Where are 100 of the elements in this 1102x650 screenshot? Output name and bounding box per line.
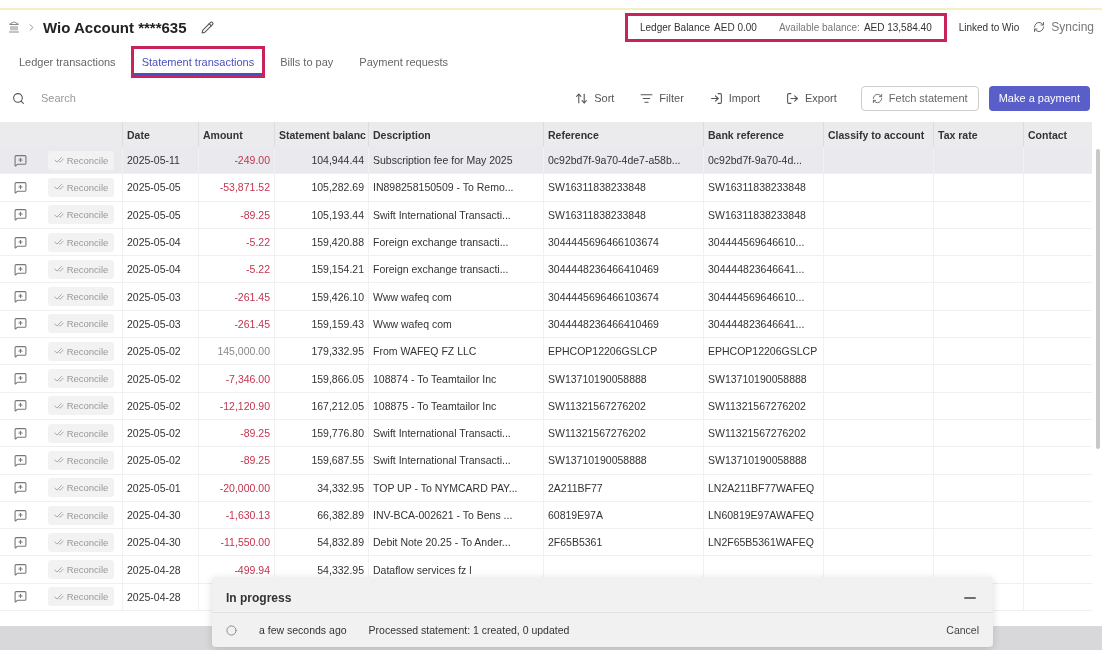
table-cell: SW13710190058888 [703, 365, 823, 392]
table-cell: 2025-05-01 [122, 474, 198, 501]
add-comment-icon[interactable] [13, 208, 27, 222]
table-cell: 104,944.44 [274, 147, 368, 174]
table-row[interactable]: Reconcile 2025-05-01 -20,000.00 34,332.95 TOP UP - To NYMCARD PAY... 2A211BF77 LN2A211BF77WAFEQ [0, 474, 1092, 502]
table-cell: 2025-05-03 [122, 310, 198, 338]
table-cell: 2F65B5361 [543, 529, 703, 556]
table-cell: LN2F65B5361WAFEQ [703, 529, 823, 556]
table-cell: 2025-05-05 [122, 174, 198, 201]
table-row[interactable]: Reconcile 2025-05-03 -261.45 159,159.43 Www wafeq com 3044448236466410469 304444823646641... [0, 310, 1092, 339]
double-check-icon [53, 591, 64, 602]
table-row[interactable]: Reconcile 2025-05-02 145,000.00 179,332.95 From WAFEQ FZ LLC EPHCOP12206GSLCP EPHCOP12206GSLCP [0, 338, 1092, 366]
table-cell: 159,420.88 [274, 228, 368, 256]
tab[interactable]: Payment requests [348, 46, 459, 78]
double-check-icon [53, 209, 64, 220]
add-comment-icon[interactable] [13, 481, 27, 495]
filter-button[interactable]: Filter [630, 87, 694, 109]
double-check-icon [53, 346, 64, 357]
table-row[interactable]: Reconcile 2025-05-02 -89.25 159,687.55 Swift International Transacti... SW13710190058888 SW13710190058888 [0, 447, 1092, 475]
double-check-icon [53, 155, 64, 166]
edit-icon[interactable] [200, 20, 214, 34]
ledger-balance-label: Ledger Balance [640, 21, 711, 33]
tab[interactable]: Ledger transactions [8, 46, 127, 78]
cancel-link[interactable]: Cancel [946, 624, 979, 636]
table-cell: 2025-05-02 [122, 392, 198, 419]
table-cell: Www wafeq com [368, 310, 543, 338]
table-cell: SW11321567276202 [543, 392, 703, 419]
table-cell: LN60819E97AWAFEQ [703, 501, 823, 529]
table-row[interactable]: Reconcile 2025-04-30 -1,630.13 66,382.89 INV-BCA-002621 - To Bens ... 60819E97A LN60819E97AWAFEQ [0, 501, 1092, 530]
add-comment-icon[interactable] [13, 426, 27, 440]
sort-icon [575, 91, 589, 105]
tab[interactable]: Statement transactions [130, 46, 266, 78]
add-comment-icon[interactable] [13, 590, 27, 604]
table-row[interactable]: Reconcile 2025-05-04 -5.22 159,154.21 Foreign exchange transacti... 3044448236466410469 304444823646641... [0, 256, 1092, 284]
table-cell: Subscription fee for May 2025 [368, 147, 543, 174]
add-comment-icon[interactable] [13, 344, 27, 358]
add-comment-icon[interactable] [13, 317, 27, 331]
table-cell: 0c92bd7f-9a70-4d... [703, 147, 823, 174]
sync-icon[interactable] [1033, 21, 1046, 33]
add-comment-icon[interactable] [13, 399, 27, 413]
table-cell: 0c92bd7f-9a70-4de7-a58b... [543, 147, 703, 174]
table-row[interactable]: Reconcile 2025-05-02 -89.25 159,776.80 Swift International Transacti... SW11321567276202 SW11321567276202 [0, 419, 1092, 448]
add-comment-icon[interactable] [13, 290, 27, 304]
double-check-icon [53, 318, 64, 329]
table-cell: INV-BCA-002621 - To Bens ... [368, 501, 543, 529]
table-cell: 2025-04-30 [122, 501, 198, 529]
table-row[interactable]: Reconcile 2025-05-02 -12,120.90 167,212.05 108875 - To Teamtailor Inc SW11321567276202 SW11321567276202 [0, 392, 1092, 420]
table-cell: EPHCOP12206GSLCP [703, 338, 823, 365]
table-row[interactable]: Reconcile 2025-05-05 -53,871.52 105,282.69 IN898258150509 - To Remo... SW16311838233848 SW16311838233848 [0, 174, 1092, 202]
table-cell: 179,332.95 [274, 338, 368, 365]
table-row[interactable]: Reconcile 2025-05-03 -261.45 159,426.10 Www wafeq com 3044445696466103674 304444569646610... [0, 283, 1092, 311]
bank-icon[interactable] [8, 21, 20, 33]
table-cell: -249.00 [198, 147, 274, 174]
add-comment-icon[interactable] [13, 153, 27, 167]
export-button[interactable]: Export [776, 87, 847, 109]
make-payment-button[interactable]: Make a payment [988, 85, 1090, 111]
table-row[interactable]: Reconcile 2025-05-11 -249.00 104,944.44 Subscription fee for May 2025 0c92bd7f-9a70-4de7-a58b... 0c92bd7f-9a70-4d... [0, 147, 1092, 175]
add-comment-icon[interactable] [13, 180, 27, 194]
table-cell: SW11321567276202 [703, 419, 823, 447]
double-check-icon [53, 455, 64, 466]
table-cell: 304444569646610... [703, 283, 823, 310]
table-cell: 54,832.89 [274, 529, 368, 556]
table-row[interactable]: Reconcile 2025-05-02 -7,346.00 159,866.05 108874 - To Teamtailor Inc SW13710190058888 SW13710190058888 [0, 365, 1092, 393]
add-comment-icon[interactable] [13, 235, 27, 249]
table-cell: 304444823646641... [703, 310, 823, 338]
status-circle-icon [226, 624, 237, 636]
fetch-statement-button[interactable]: Fetch statement [860, 85, 979, 111]
table-cell: SW16311838233848 [703, 174, 823, 201]
table-cell: 2025-04-30 [122, 529, 198, 556]
add-comment-icon[interactable] [13, 563, 27, 577]
add-comment-icon[interactable] [13, 508, 27, 522]
double-check-icon [53, 482, 64, 493]
progress-time: a few seconds ago [259, 624, 347, 636]
table-row[interactable]: Reconcile 2025-05-05 -89.25 105,193.44 Swift International Transacti... SW16311838233848 SW16311838233848 [0, 201, 1092, 229]
tab[interactable]: Bills to pay [269, 46, 345, 78]
table-cell: EPHCOP12206GSLCP [543, 338, 703, 365]
table-cell: Swift International Transacti... [368, 201, 543, 228]
table-cell: 108875 - To Teamtailor Inc [368, 392, 543, 419]
table-row[interactable]: Reconcile 2025-05-04 -5.22 159,420.88 Foreign exchange transacti... 3044445696466103674 304444569646610... [0, 228, 1092, 257]
table-cell: -12,120.90 [198, 392, 274, 419]
table-cell: SW13710190058888 [543, 365, 703, 392]
scrollbar[interactable] [1096, 149, 1100, 449]
add-comment-icon[interactable] [13, 372, 27, 385]
add-comment-icon[interactable] [13, 262, 27, 276]
account-title: Wio Account ****635 [43, 18, 187, 36]
table-cell: Swift International Transacti... [368, 419, 543, 447]
table-cell: 2025-05-11 [122, 147, 198, 174]
add-comment-icon[interactable] [13, 453, 27, 467]
table-cell: -89.25 [198, 447, 274, 474]
add-comment-icon[interactable] [13, 535, 27, 549]
table-row[interactable]: Reconcile 2025-04-30 -11,550.00 54,832.89 Debit Note 20.25 - To Ander... 2F65B5361 LN2F65B5361WAFEQ [0, 529, 1092, 557]
table-cell: From WAFEQ FZ LLC [368, 338, 543, 365]
table-cell: 159,154.21 [274, 256, 368, 283]
export-icon [786, 91, 799, 105]
table-cell: TOP UP - To NYMCARD PAY... [368, 474, 543, 501]
sort-button[interactable]: Sort [565, 87, 625, 109]
table-cell: -89.25 [198, 419, 274, 447]
table-cell: 3044445696466103674 [543, 228, 703, 256]
table-cell: SW13710190058888 [703, 447, 823, 474]
import-button[interactable]: Import [699, 87, 770, 109]
